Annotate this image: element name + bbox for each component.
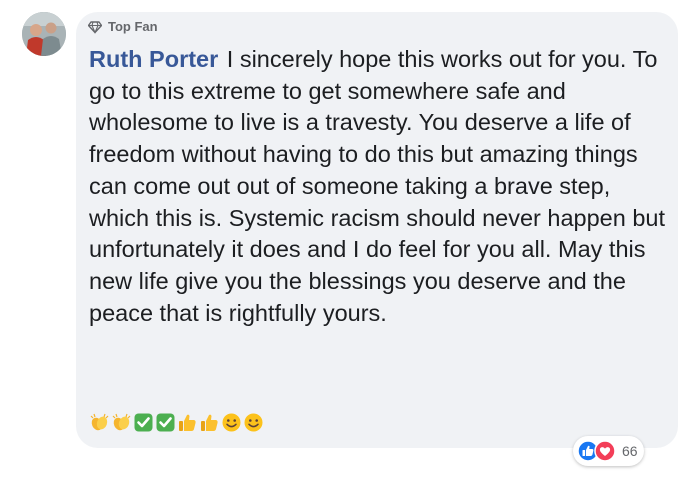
comment-body: Ruth Porter I sincerely hope this works … bbox=[89, 44, 669, 329]
reaction-count: 66 bbox=[622, 443, 638, 459]
thumbs-up-icon bbox=[177, 412, 198, 433]
clapping-hands-icon bbox=[89, 412, 110, 433]
check-mark-button-icon bbox=[155, 412, 176, 433]
emoji-row bbox=[89, 412, 264, 433]
badge-label: Top Fan bbox=[108, 19, 158, 34]
thumbs-up-icon bbox=[199, 412, 220, 433]
comment-text: I sincerely hope this works out for you.… bbox=[89, 46, 666, 326]
top-fan-badge[interactable]: Top Fan bbox=[88, 19, 158, 34]
reaction-icons bbox=[577, 440, 616, 462]
smiling-face-icon bbox=[243, 412, 264, 433]
check-mark-button-icon bbox=[133, 412, 154, 433]
smiling-face-icon bbox=[221, 412, 242, 433]
author-name[interactable]: Ruth Porter bbox=[89, 46, 218, 72]
avatar[interactable] bbox=[22, 12, 66, 56]
reactions-summary[interactable]: 66 bbox=[573, 436, 644, 466]
clapping-hands-icon bbox=[111, 412, 132, 433]
diamond-icon bbox=[88, 20, 102, 34]
comment-bubble: Top Fan Ruth Porter I sincerely hope thi… bbox=[76, 12, 678, 448]
love-icon bbox=[594, 440, 616, 462]
